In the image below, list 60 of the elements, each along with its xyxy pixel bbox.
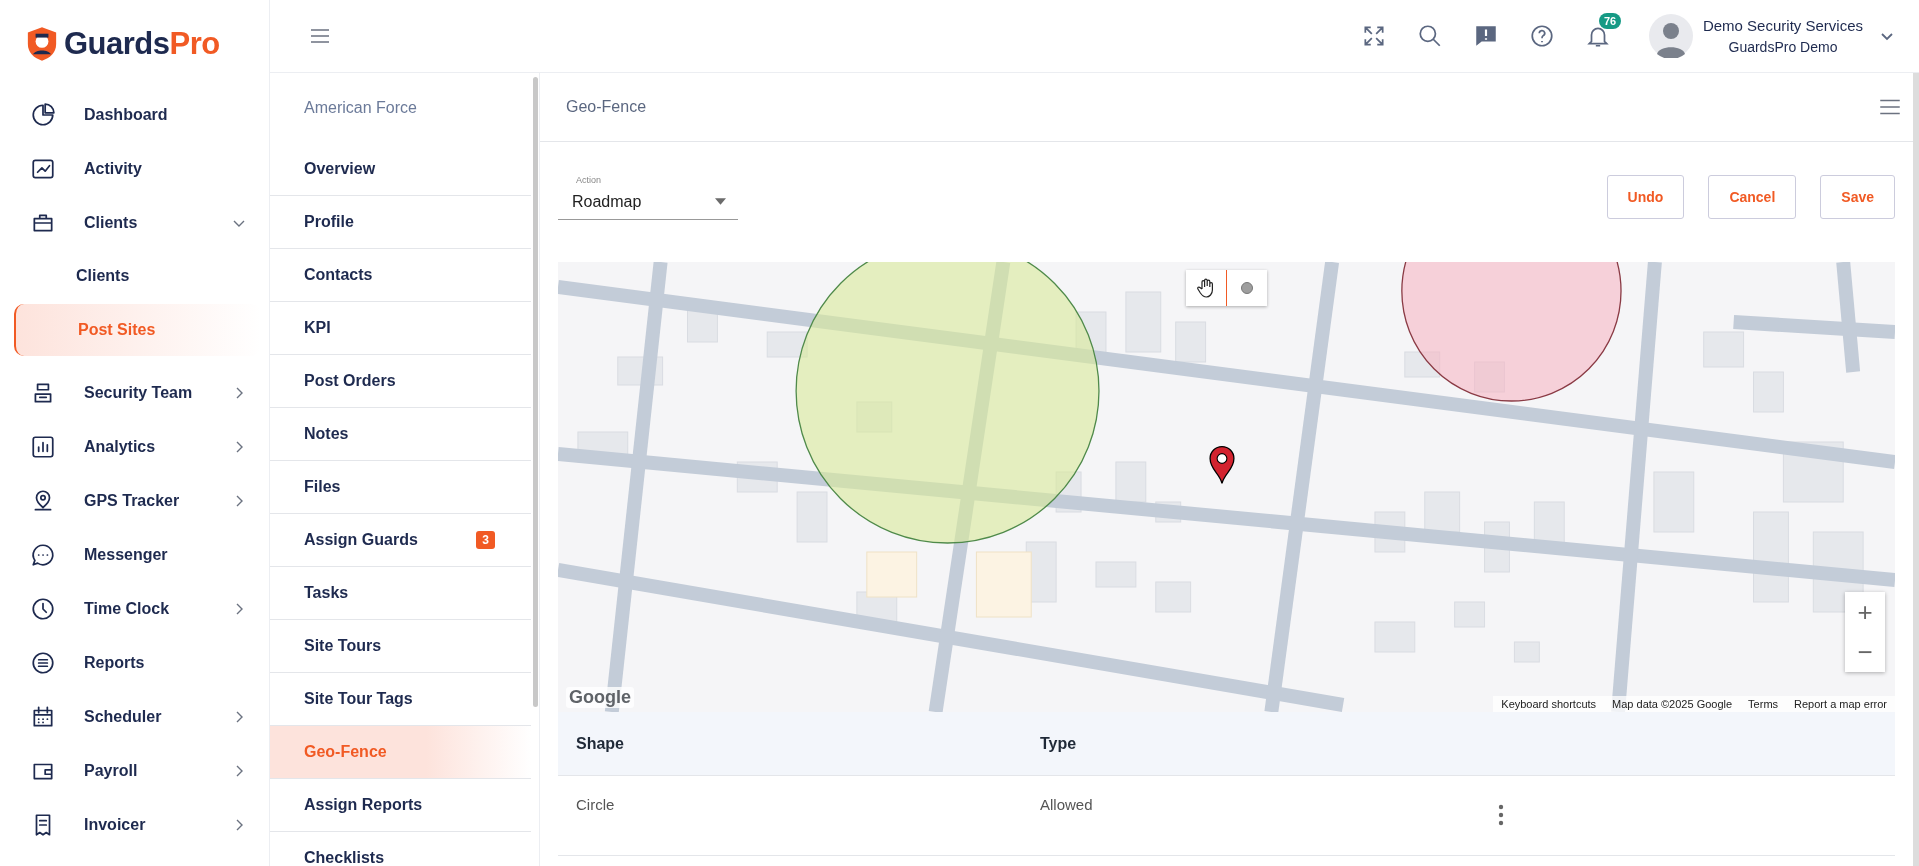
sidebar-item[interactable]: GPS Tracker	[0, 474, 269, 528]
map-view[interactable]: + − Google Keyboard shortcuts Map data ©2025 Google Terms Report a map error	[558, 262, 1895, 712]
site-name: American Force	[303, 98, 418, 118]
notification-count: 76	[1598, 13, 1622, 29]
sidebar-item[interactable]: Security Team	[0, 366, 269, 420]
sidebar-item[interactable]: Time Clock	[0, 582, 269, 636]
column-header: Type	[1039, 734, 1078, 753]
site-menu-item[interactable]: Contacts	[270, 249, 531, 302]
help-icon[interactable]	[1528, 23, 1555, 49]
site-menu-item[interactable]: Post Orders	[270, 355, 531, 408]
site-menu-item[interactable]: Assign Reports	[270, 779, 531, 832]
map-attribution-link[interactable]: Terms	[1740, 696, 1787, 712]
sidebar-subitem[interactable]: Clients	[0, 250, 269, 302]
menu-item-icon	[30, 156, 56, 182]
panel-title: Geo-Fence	[566, 98, 647, 116]
count-badge: 3	[476, 531, 495, 549]
site-menu-item[interactable]: Checklists	[270, 832, 531, 866]
sidebar-item[interactable]: Messenger	[0, 528, 269, 582]
avatar-icon[interactable]	[1648, 14, 1693, 58]
google-logo: Google	[566, 687, 634, 708]
zoom-out-button[interactable]: −	[1845, 632, 1885, 672]
sidebar-item[interactable]: Analytics	[0, 420, 269, 474]
more-options-icon[interactable]	[1498, 804, 1504, 826]
search-icon[interactable]	[1416, 23, 1443, 49]
scrollbar[interactable]	[533, 77, 538, 707]
user-name: Demo Security Services	[1702, 17, 1863, 34]
logo-text: GuardsPro	[64, 26, 220, 62]
sidebar-item[interactable]: Payroll	[0, 744, 269, 798]
site-menu-item[interactable]: KPI	[270, 302, 531, 355]
column-header: Shape	[575, 734, 625, 753]
map-attribution-link[interactable]: Report a map error	[1786, 696, 1895, 712]
site-menu-item[interactable]: Files	[270, 461, 531, 514]
site-menu-item[interactable]: Assign Guards 3	[270, 514, 531, 567]
company-name: GuardsPro Demo	[1728, 39, 1838, 55]
menu-item-icon	[30, 542, 56, 568]
site-menu-item[interactable]: Notes	[270, 408, 531, 461]
sidebar-item[interactable]: Dashboard	[0, 88, 269, 142]
action-select[interactable]: Action Roadmap	[558, 174, 738, 220]
site-menu-item[interactable]: Tasks	[270, 567, 531, 620]
sidebar-item[interactable]: Reports	[0, 636, 269, 690]
table-cell-text: Allowed	[1039, 796, 1094, 813]
site-menu-item[interactable]: Site Tours	[270, 620, 531, 673]
sidebar-item[interactable]: Invoicer	[0, 798, 269, 852]
menu-item-icon	[30, 596, 56, 622]
map-pin-icon[interactable]	[1209, 445, 1236, 485]
site-menu-item[interactable]: Profile	[270, 196, 531, 249]
map-attribution-link[interactable]: Map data ©2025 Google	[1604, 696, 1741, 712]
site-menu-item[interactable]: Overview	[270, 143, 531, 196]
zoom-in-button[interactable]: +	[1845, 592, 1885, 632]
guard-shield-icon	[26, 26, 58, 62]
menu-item-icon	[30, 650, 56, 676]
menu-item-icon	[30, 102, 56, 128]
menu-item-icon	[30, 434, 56, 460]
table-cell-text: Circle	[575, 796, 616, 813]
sidebar-item[interactable]: Activity	[0, 142, 269, 196]
menu-item-icon	[30, 704, 56, 730]
dropdown-caret-icon	[715, 198, 726, 205]
sidebar-item[interactable]: Clients	[0, 196, 269, 250]
map-attribution-link[interactable]: Keyboard shortcuts	[1493, 696, 1605, 712]
sidebar-item[interactable]: Scheduler	[0, 690, 269, 744]
